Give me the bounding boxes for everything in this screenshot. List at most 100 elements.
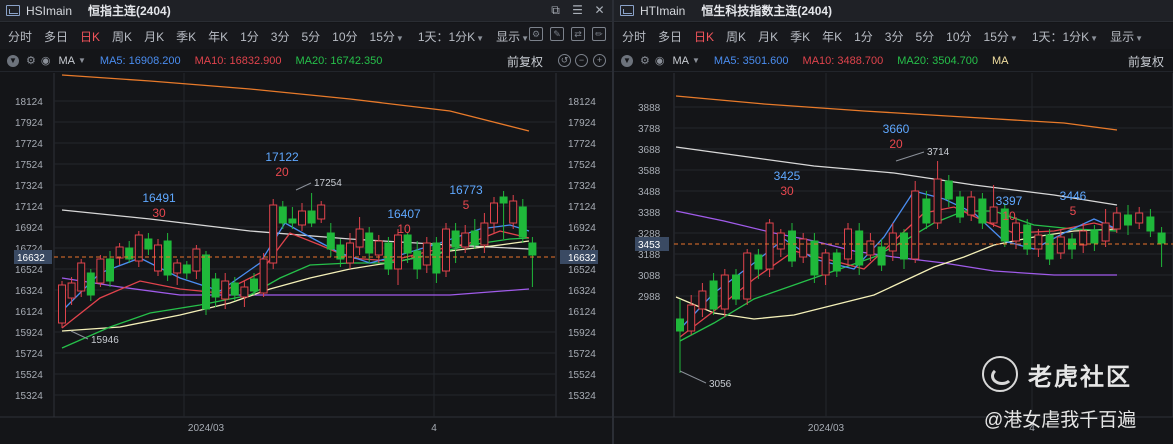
- hsi-contract-name: 恒指主连(2404): [88, 4, 171, 18]
- candle-down: [877, 246, 886, 266]
- reset-icon[interactable]: ↺: [558, 54, 571, 67]
- period-yearly[interactable]: 年K: [822, 28, 842, 45]
- indicator-settings-icon[interactable]: ⚙: [26, 54, 36, 67]
- candle-down: [106, 258, 114, 282]
- candle-up: [1012, 222, 1020, 242]
- price-tick-label: 15924: [15, 328, 43, 339]
- close-icon[interactable]: ✕: [593, 3, 606, 18]
- period-range-dropdown[interactable]: 1天：1分K▼: [1032, 28, 1098, 45]
- period-monthly[interactable]: 月K: [144, 28, 164, 45]
- period-10min[interactable]: 10分: [332, 28, 357, 45]
- collapse-icon[interactable]: ▼: [621, 55, 633, 67]
- ma-cross-value: 3397: [996, 194, 1023, 208]
- candle-down: [182, 264, 191, 274]
- collapse-icon[interactable]: ▼: [7, 55, 19, 67]
- price-tick-label: 17124: [15, 202, 43, 213]
- ma120-line: [675, 146, 1118, 206]
- price-adjust-dropdown[interactable]: 前复权: [507, 53, 543, 70]
- hstech-symbol[interactable]: HTImain: [640, 4, 685, 18]
- candle-down: [1090, 230, 1099, 244]
- hsi-symbol[interactable]: HSImain: [26, 4, 72, 18]
- period-10min[interactable]: 10分: [946, 28, 971, 45]
- candle-down: [499, 196, 508, 204]
- price-tick-label: 2988: [638, 292, 661, 303]
- candle-up: [58, 284, 66, 324]
- display-label: 显示: [496, 29, 521, 44]
- candle-up: [259, 258, 268, 294]
- zoom-out-icon[interactable]: −: [575, 54, 588, 67]
- compare-icon[interactable]: ⇄: [571, 27, 585, 41]
- candle-up: [67, 282, 76, 299]
- tiger-logo-icon: [982, 356, 1018, 392]
- chevron-down-icon[interactable]: ▼: [692, 56, 700, 65]
- ma-cross-days: 30: [780, 184, 794, 198]
- candle-down: [144, 238, 153, 250]
- candle-up: [1135, 212, 1144, 224]
- ma-cross-days: 10: [397, 222, 411, 236]
- period-5min[interactable]: 5分: [915, 28, 934, 45]
- period-monthly[interactable]: 月K: [758, 28, 778, 45]
- period-1min[interactable]: 1分: [240, 28, 259, 45]
- candle-down: [211, 278, 220, 298]
- period-multiday[interactable]: 多日: [44, 28, 68, 45]
- period-3min[interactable]: 3分: [271, 28, 290, 45]
- period-3min[interactable]: 3分: [885, 28, 904, 45]
- indicator-settings-icon[interactable]: ⚙: [640, 54, 650, 67]
- period-15min-dropdown[interactable]: 15分▼: [984, 28, 1018, 45]
- price-tick-label: 17524: [15, 160, 43, 171]
- candle-up: [933, 178, 942, 224]
- candle-up: [374, 240, 383, 256]
- high-note-leader: [895, 151, 925, 162]
- hsi-candlestick-chart[interactable]: 18124 18124 17924 17924 17724 17724 17524 17524…: [0, 73, 612, 444]
- popout-icon[interactable]: ⧉: [549, 3, 562, 18]
- watermark-brand: 老虎社区: [1028, 363, 1132, 391]
- visibility-icon[interactable]: ◉: [41, 54, 51, 67]
- period-multiday[interactable]: 多日: [658, 28, 682, 45]
- draw-tool-icon[interactable]: ✎: [550, 27, 564, 41]
- ma-cross-days: 30: [152, 206, 166, 220]
- period-quarterly[interactable]: 季K: [790, 28, 810, 45]
- price-tick-label: 3388: [638, 208, 661, 219]
- candle-up: [490, 202, 498, 224]
- period-weekly[interactable]: 周K: [112, 28, 132, 45]
- low-note: 15946: [91, 335, 119, 346]
- chevron-down-icon[interactable]: ▼: [78, 56, 86, 65]
- period-daily[interactable]: 日K: [80, 28, 100, 45]
- visibility-icon[interactable]: ◉: [655, 54, 665, 67]
- period-15min-dropdown[interactable]: 15分▼: [370, 28, 404, 45]
- price-tick-label-right: 16924: [568, 223, 596, 234]
- price-tick-label: 3088: [638, 271, 661, 282]
- display-dropdown[interactable]: 显示▼: [496, 28, 529, 45]
- price-tick-label-right: 17724: [568, 139, 596, 150]
- display-label: 显示: [1110, 29, 1135, 44]
- period-quarterly[interactable]: 季K: [176, 28, 196, 45]
- period-5min[interactable]: 5分: [301, 28, 320, 45]
- candle-down: [202, 254, 210, 310]
- settings-gear-icon[interactable]: ⚙: [529, 27, 543, 41]
- price-tick-label: 3588: [638, 166, 661, 177]
- price-tick-label: 3188: [638, 250, 661, 261]
- zoom-in-icon[interactable]: +: [593, 54, 606, 67]
- candle-down: [922, 198, 931, 224]
- period-yearly[interactable]: 年K: [208, 28, 228, 45]
- period-weekly[interactable]: 周K: [726, 28, 746, 45]
- ma-indicator-label[interactable]: MA: [58, 55, 75, 67]
- candle-up: [269, 204, 278, 264]
- ma-cross-value: 16407: [387, 207, 421, 221]
- settings-list-icon[interactable]: ☰: [571, 3, 584, 18]
- period-intraday[interactable]: 分时: [622, 28, 646, 45]
- ma20-value: MA20: 3504.700: [897, 54, 978, 67]
- pencil-icon[interactable]: ✏: [592, 27, 606, 41]
- candle-up: [355, 228, 364, 248]
- period-range-dropdown[interactable]: 1天：1分K▼: [418, 28, 484, 45]
- display-dropdown[interactable]: 显示▼: [1110, 28, 1143, 45]
- price-tick-label-right: 15524: [568, 370, 596, 381]
- period-intraday[interactable]: 分时: [8, 28, 32, 45]
- candle-down: [250, 278, 258, 292]
- period-daily[interactable]: 日K: [694, 28, 714, 45]
- ma-indicator-label[interactable]: MA: [672, 55, 689, 67]
- price-adjust-dropdown[interactable]: 前复权: [1128, 53, 1164, 70]
- hstech-contract-name: 恒生科技指数主连(2404): [701, 4, 833, 18]
- candle-down: [832, 252, 841, 272]
- period-1min[interactable]: 1分: [854, 28, 873, 45]
